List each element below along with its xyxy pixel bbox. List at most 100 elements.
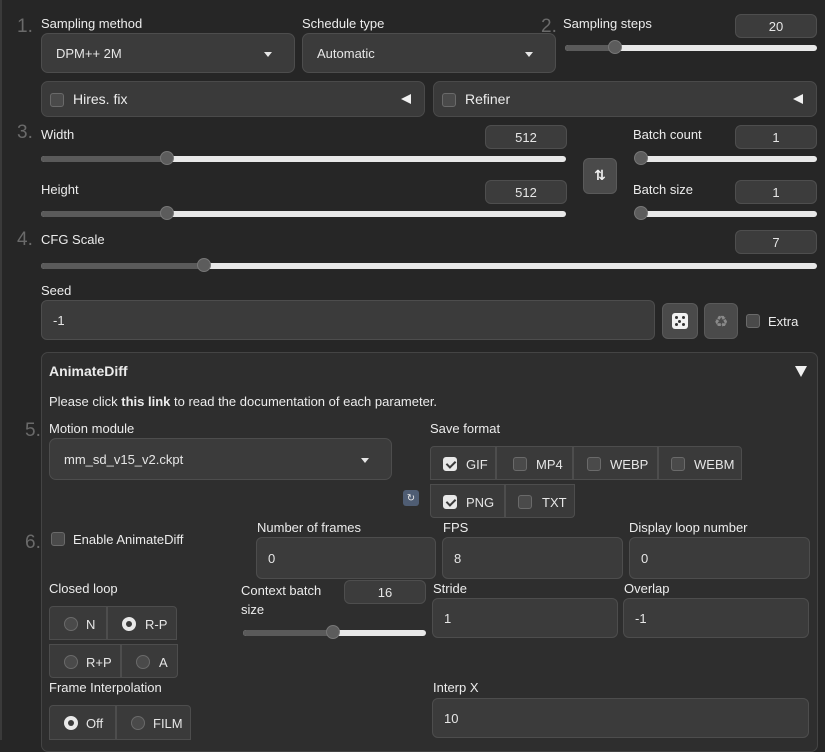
step-number-5: 5. (25, 420, 41, 441)
context-batch-slider[interactable] (243, 625, 426, 639)
batch-count-slider[interactable] (634, 151, 817, 165)
gif-label: GIF (466, 457, 488, 472)
frame-interp-label: Frame Interpolation (49, 680, 162, 695)
a-radio[interactable] (136, 655, 150, 669)
save-format-webm[interactable]: WEBM (658, 446, 742, 480)
swap-dimensions-button[interactable]: ⇅ (583, 158, 617, 194)
slider-thumb[interactable] (196, 258, 211, 272)
rplusp-radio[interactable] (64, 655, 78, 669)
refresh-button[interactable]: ↻ (403, 490, 419, 506)
slider-thumb[interactable] (634, 151, 648, 165)
slider-thumb[interactable] (325, 625, 340, 639)
frame-interp-film[interactable]: FILM (116, 705, 191, 740)
context-batch-input[interactable]: 16 (344, 580, 426, 604)
batch-count-input[interactable]: 1 (735, 125, 817, 149)
rp-label: R-P (145, 617, 168, 632)
enable-animatediff-checkbox[interactable] (51, 532, 65, 546)
chevron-down-icon (264, 52, 272, 57)
sampling-steps-input[interactable]: 20 (735, 14, 817, 38)
mp4-checkbox[interactable] (513, 457, 527, 471)
collapse-triangle-icon[interactable] (401, 94, 411, 104)
off-radio[interactable] (64, 716, 78, 730)
schedule-type-dropdown[interactable]: Automatic (302, 33, 556, 73)
hires-fix-checkbox[interactable] (50, 93, 64, 107)
extra-checkbox[interactable] (746, 314, 760, 328)
motion-module-label: Motion module (49, 421, 135, 436)
a-label: A (159, 655, 168, 670)
closed-loop-a[interactable]: A (121, 644, 178, 678)
width-slider[interactable] (41, 151, 566, 165)
motion-module-dropdown[interactable]: mm_sd_v15_v2.ckpt (49, 438, 392, 480)
cfg-scale-label: CFG Scale (41, 232, 105, 247)
save-format-gif[interactable]: GIF (430, 446, 496, 480)
stride-label: Stride (433, 581, 467, 596)
enable-animatediff-label: Enable AnimateDiff (73, 532, 184, 547)
collapse-triangle-icon[interactable] (793, 94, 803, 104)
chevron-down-icon (361, 458, 369, 463)
reuse-seed-button[interactable]: ♻ (704, 303, 738, 339)
doc-suffix: to read the documentation of each parame… (170, 394, 438, 409)
hires-fix-accordion[interactable]: Hires. fix (41, 81, 425, 117)
swap-arrows-icon: ⇅ (594, 168, 606, 184)
n-radio[interactable] (64, 617, 78, 631)
sampling-method-value: DPM++ 2M (56, 45, 122, 61)
sampling-steps-slider[interactable] (565, 40, 817, 54)
schedule-type-value: Automatic (317, 45, 375, 61)
save-format-webp[interactable]: WEBP (573, 446, 658, 480)
context-batch-label-line1: Context batch (241, 583, 322, 598)
cfg-scale-input[interactable]: 7 (735, 230, 817, 254)
webp-label: WEBP (610, 457, 649, 472)
height-slider[interactable] (41, 206, 566, 220)
film-radio[interactable] (131, 716, 145, 730)
save-format-txt[interactable]: TXT (505, 484, 575, 518)
rplusp-label: R+P (86, 655, 112, 670)
batch-size-input[interactable]: 1 (735, 180, 817, 204)
gif-checkbox[interactable] (443, 457, 457, 471)
off-label: Off (86, 716, 104, 731)
dice-icon (672, 313, 688, 329)
height-input[interactable]: 512 (485, 180, 567, 204)
webm-label: WEBM (694, 457, 735, 472)
step-number-4: 4. (17, 229, 33, 250)
batch-count-label: Batch count (633, 127, 702, 142)
display-loop-input[interactable]: 0 (629, 537, 810, 579)
txt-checkbox[interactable] (518, 495, 532, 509)
slider-thumb[interactable] (160, 206, 174, 220)
closed-loop-label: Closed loop (49, 581, 118, 596)
width-label: Width (41, 127, 75, 142)
png-checkbox[interactable] (443, 495, 457, 509)
num-frames-input[interactable]: 0 (256, 537, 436, 579)
hires-fix-label: Hires. fix (73, 91, 128, 107)
refiner-accordion[interactable]: Refiner (433, 81, 817, 117)
webm-checkbox[interactable] (671, 457, 685, 471)
fps-label: FPS (443, 520, 469, 535)
doc-text: Please click this link to read the docum… (49, 394, 437, 409)
schedule-type-label: Schedule type (302, 16, 385, 31)
fps-input[interactable]: 8 (442, 537, 623, 579)
refiner-checkbox[interactable] (442, 93, 456, 107)
random-seed-button[interactable] (662, 303, 698, 339)
closed-loop-rplusp[interactable]: R+P (49, 644, 121, 678)
width-input[interactable]: 512 (485, 125, 567, 149)
expand-triangle-icon[interactable] (795, 366, 807, 377)
batch-size-slider[interactable] (634, 206, 817, 220)
webp-checkbox[interactable] (587, 457, 601, 471)
slider-thumb[interactable] (160, 151, 174, 165)
cfg-scale-slider[interactable] (41, 258, 817, 272)
sampling-method-dropdown[interactable]: DPM++ 2M (41, 33, 295, 73)
closed-loop-rp[interactable]: R-P (107, 606, 177, 640)
slider-thumb[interactable] (634, 206, 648, 220)
interp-x-label: Interp X (433, 680, 479, 695)
rp-radio[interactable] (122, 617, 136, 631)
save-format-mp4[interactable]: MP4 (496, 446, 573, 480)
step-number-6: 6. (25, 532, 41, 553)
slider-thumb[interactable] (608, 40, 623, 54)
stride-input[interactable]: 1 (432, 598, 618, 638)
frame-interp-off[interactable]: Off (49, 705, 116, 740)
interp-x-input[interactable]: 10 (432, 698, 809, 738)
save-format-png[interactable]: PNG (430, 484, 505, 518)
overlap-input[interactable]: -1 (623, 598, 809, 638)
seed-input[interactable]: -1 (41, 300, 655, 340)
closed-loop-n[interactable]: N (49, 606, 107, 640)
doc-link[interactable]: this link (121, 394, 170, 409)
